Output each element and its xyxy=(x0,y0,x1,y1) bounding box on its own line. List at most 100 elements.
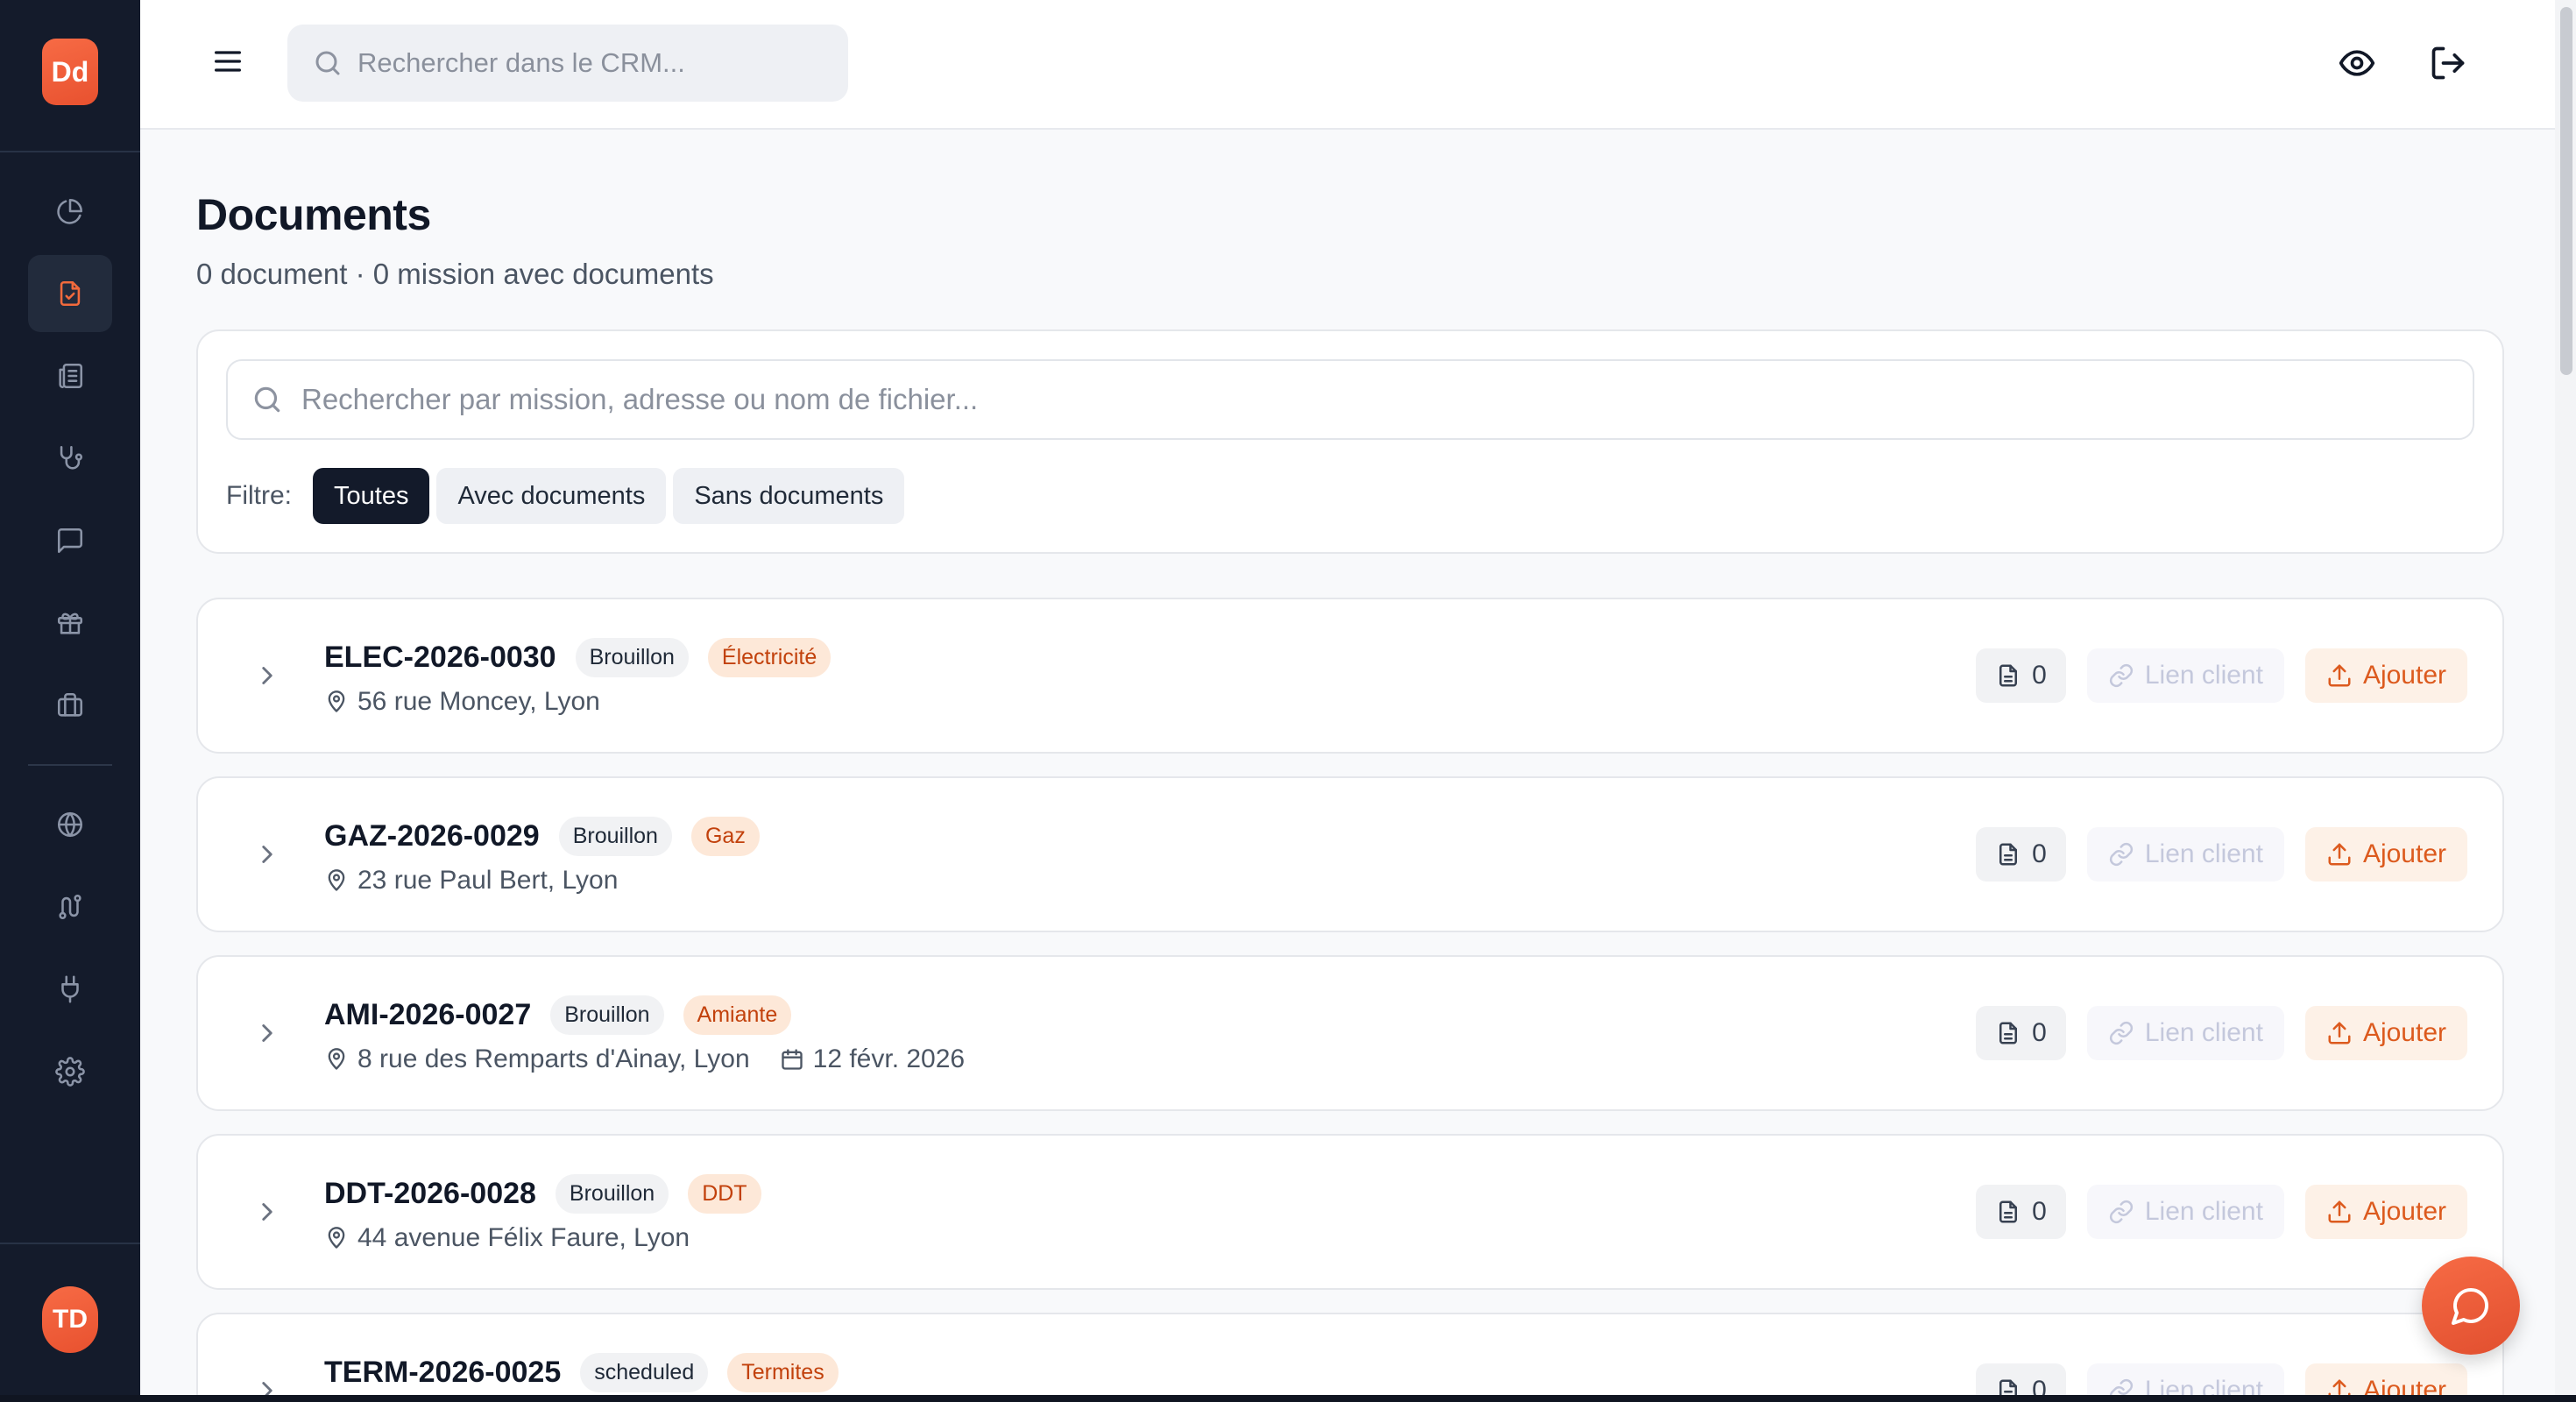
sidebar-divider xyxy=(0,151,140,152)
sidebar-item-messages[interactable] xyxy=(28,502,112,579)
add-document-label: Ajouter xyxy=(2362,1197,2446,1226)
user-avatar[interactable]: TD xyxy=(42,1286,98,1353)
sidebar-item-rewards[interactable] xyxy=(28,584,112,662)
logout-icon[interactable] xyxy=(2429,44,2467,82)
sidebar-item-settings[interactable] xyxy=(28,1033,112,1110)
sidebar-item-integrations[interactable] xyxy=(28,951,112,1028)
chevron-right-icon[interactable] xyxy=(252,1018,282,1048)
client-link-label: Lien client xyxy=(2144,1376,2263,1395)
document-count-value: 0 xyxy=(2032,1376,2047,1395)
add-document-label: Ajouter xyxy=(2362,1018,2446,1047)
type-badge: DDT xyxy=(688,1174,761,1214)
brand-logo[interactable]: Dd xyxy=(42,39,98,105)
upload-icon xyxy=(2328,843,2351,866)
document-count: 0 xyxy=(1976,648,2066,703)
client-link-button[interactable]: Lien client xyxy=(2086,1363,2284,1395)
link-icon xyxy=(2109,1200,2133,1224)
sidebar-item-dashboard[interactable] xyxy=(28,173,112,250)
mission-row[interactable]: TERM-2026-0025 scheduled Termites 0 Lien… xyxy=(196,1313,2504,1395)
client-link-button[interactable]: Lien client xyxy=(2086,1185,2284,1239)
document-search[interactable] xyxy=(226,359,2474,440)
file-check-icon xyxy=(60,280,81,307)
mission-address: 44 avenue Félix Faure, Lyon xyxy=(357,1223,690,1252)
upload-icon xyxy=(2328,1022,2351,1044)
client-link-button[interactable]: Lien client xyxy=(2086,827,2284,882)
filter-label: Filtre: xyxy=(226,481,292,510)
mission-row[interactable]: GAZ-2026-0029 Brouillon Gaz 23 rue Paul … xyxy=(196,776,2504,932)
client-link-label: Lien client xyxy=(2144,1018,2263,1047)
add-document-label: Ajouter xyxy=(2362,839,2446,868)
sidebar-item-diagnostics[interactable] xyxy=(28,420,112,497)
filter-all-button[interactable]: Toutes xyxy=(313,468,430,524)
sidebar-nav xyxy=(28,170,112,1113)
chevron-right-icon[interactable] xyxy=(252,1197,282,1227)
message-square-icon xyxy=(57,528,83,554)
mission-address: 23 rue Paul Bert, Lyon xyxy=(357,866,619,895)
type-badge: Amiante xyxy=(683,995,792,1035)
chat-button[interactable] xyxy=(2422,1257,2520,1355)
sidebar-divider xyxy=(28,764,112,766)
global-search[interactable] xyxy=(287,25,848,102)
file-text-icon xyxy=(1999,664,2018,687)
mission-reference: AMI-2026-0027 xyxy=(324,998,532,1031)
mission-row[interactable]: AMI-2026-0027 Brouillon Amiante 8 rue de… xyxy=(196,955,2504,1111)
filter-with-documents-button[interactable]: Avec documents xyxy=(436,468,667,524)
route-icon xyxy=(59,894,81,920)
sidebar-item-articles[interactable] xyxy=(28,337,112,414)
mission-row[interactable]: DDT-2026-0028 Brouillon DDT 44 avenue Fé… xyxy=(196,1134,2504,1290)
filter-without-documents-button[interactable]: Sans documents xyxy=(673,468,905,524)
eye-icon[interactable] xyxy=(2338,44,2376,82)
document-count-value: 0 xyxy=(2032,1018,2047,1047)
add-document-button[interactable]: Ajouter xyxy=(2304,648,2467,703)
sidebar-item-website[interactable] xyxy=(28,786,112,863)
documents-page: Documents 0 document · 0 mission avec do… xyxy=(196,130,2504,1395)
chevron-right-icon[interactable] xyxy=(252,1376,282,1395)
status-badge: Brouillon xyxy=(575,638,689,677)
client-link-button[interactable]: Lien client xyxy=(2086,648,2284,703)
map-pin-icon xyxy=(328,1048,345,1070)
mission-reference: DDT-2026-0028 xyxy=(324,1177,536,1210)
mission-reference: ELEC-2026-0030 xyxy=(324,641,556,674)
type-badge: Gaz xyxy=(690,817,760,856)
client-link-label: Lien client xyxy=(2144,1197,2263,1226)
add-document-button[interactable]: Ajouter xyxy=(2304,1006,2467,1060)
global-search-input[interactable] xyxy=(357,47,831,79)
client-link-button[interactable]: Lien client xyxy=(2086,1006,2284,1060)
mission-reference: GAZ-2026-0029 xyxy=(324,819,540,853)
gift-icon xyxy=(57,612,83,634)
status-badge: Brouillon xyxy=(555,1174,669,1214)
mission-row[interactable]: ELEC-2026-0030 Brouillon Électricité 56 … xyxy=(196,598,2504,754)
add-document-button[interactable]: Ajouter xyxy=(2304,827,2467,882)
add-document-button[interactable]: Ajouter xyxy=(2304,1363,2467,1395)
window-bottom-edge xyxy=(0,1395,2576,1402)
sidebar-divider xyxy=(0,1243,140,1244)
mission-list: ELEC-2026-0030 Brouillon Électricité 56 … xyxy=(196,598,2504,1395)
filter-card: Filtre: Toutes Avec documents Sans docum… xyxy=(196,329,2504,554)
document-search-input[interactable] xyxy=(301,383,2404,416)
globe-icon xyxy=(57,811,83,838)
content-area: Documents 0 document · 0 mission avec do… xyxy=(140,130,2555,1395)
settings-icon xyxy=(55,1057,85,1087)
client-link-label: Lien client xyxy=(2144,661,2263,690)
add-document-button[interactable]: Ajouter xyxy=(2304,1185,2467,1239)
add-document-label: Ajouter xyxy=(2362,661,2446,690)
upload-icon xyxy=(2328,664,2351,687)
scrollbar[interactable] xyxy=(2555,0,2576,1395)
chevron-right-icon[interactable] xyxy=(252,839,282,869)
file-text-icon xyxy=(1999,1022,2018,1044)
sidebar-item-documents[interactable] xyxy=(28,255,112,332)
newspaper-icon xyxy=(59,363,83,389)
link-icon xyxy=(2109,842,2133,867)
scrollbar-thumb[interactable] xyxy=(2560,7,2572,375)
briefcase-icon xyxy=(57,692,83,717)
menu-icon[interactable] xyxy=(210,44,245,79)
chevron-right-icon[interactable] xyxy=(252,661,282,690)
upload-icon xyxy=(2328,1379,2351,1395)
sidebar-item-routes[interactable] xyxy=(28,868,112,945)
document-count: 0 xyxy=(1976,1185,2066,1239)
file-text-icon xyxy=(1999,1200,2018,1223)
chart-pie-icon xyxy=(57,198,83,224)
page-subtitle: 0 document · 0 mission avec documents xyxy=(196,258,714,290)
sidebar-item-jobs[interactable] xyxy=(28,667,112,744)
mission-address: 56 rue Moncey, Lyon xyxy=(357,687,600,716)
